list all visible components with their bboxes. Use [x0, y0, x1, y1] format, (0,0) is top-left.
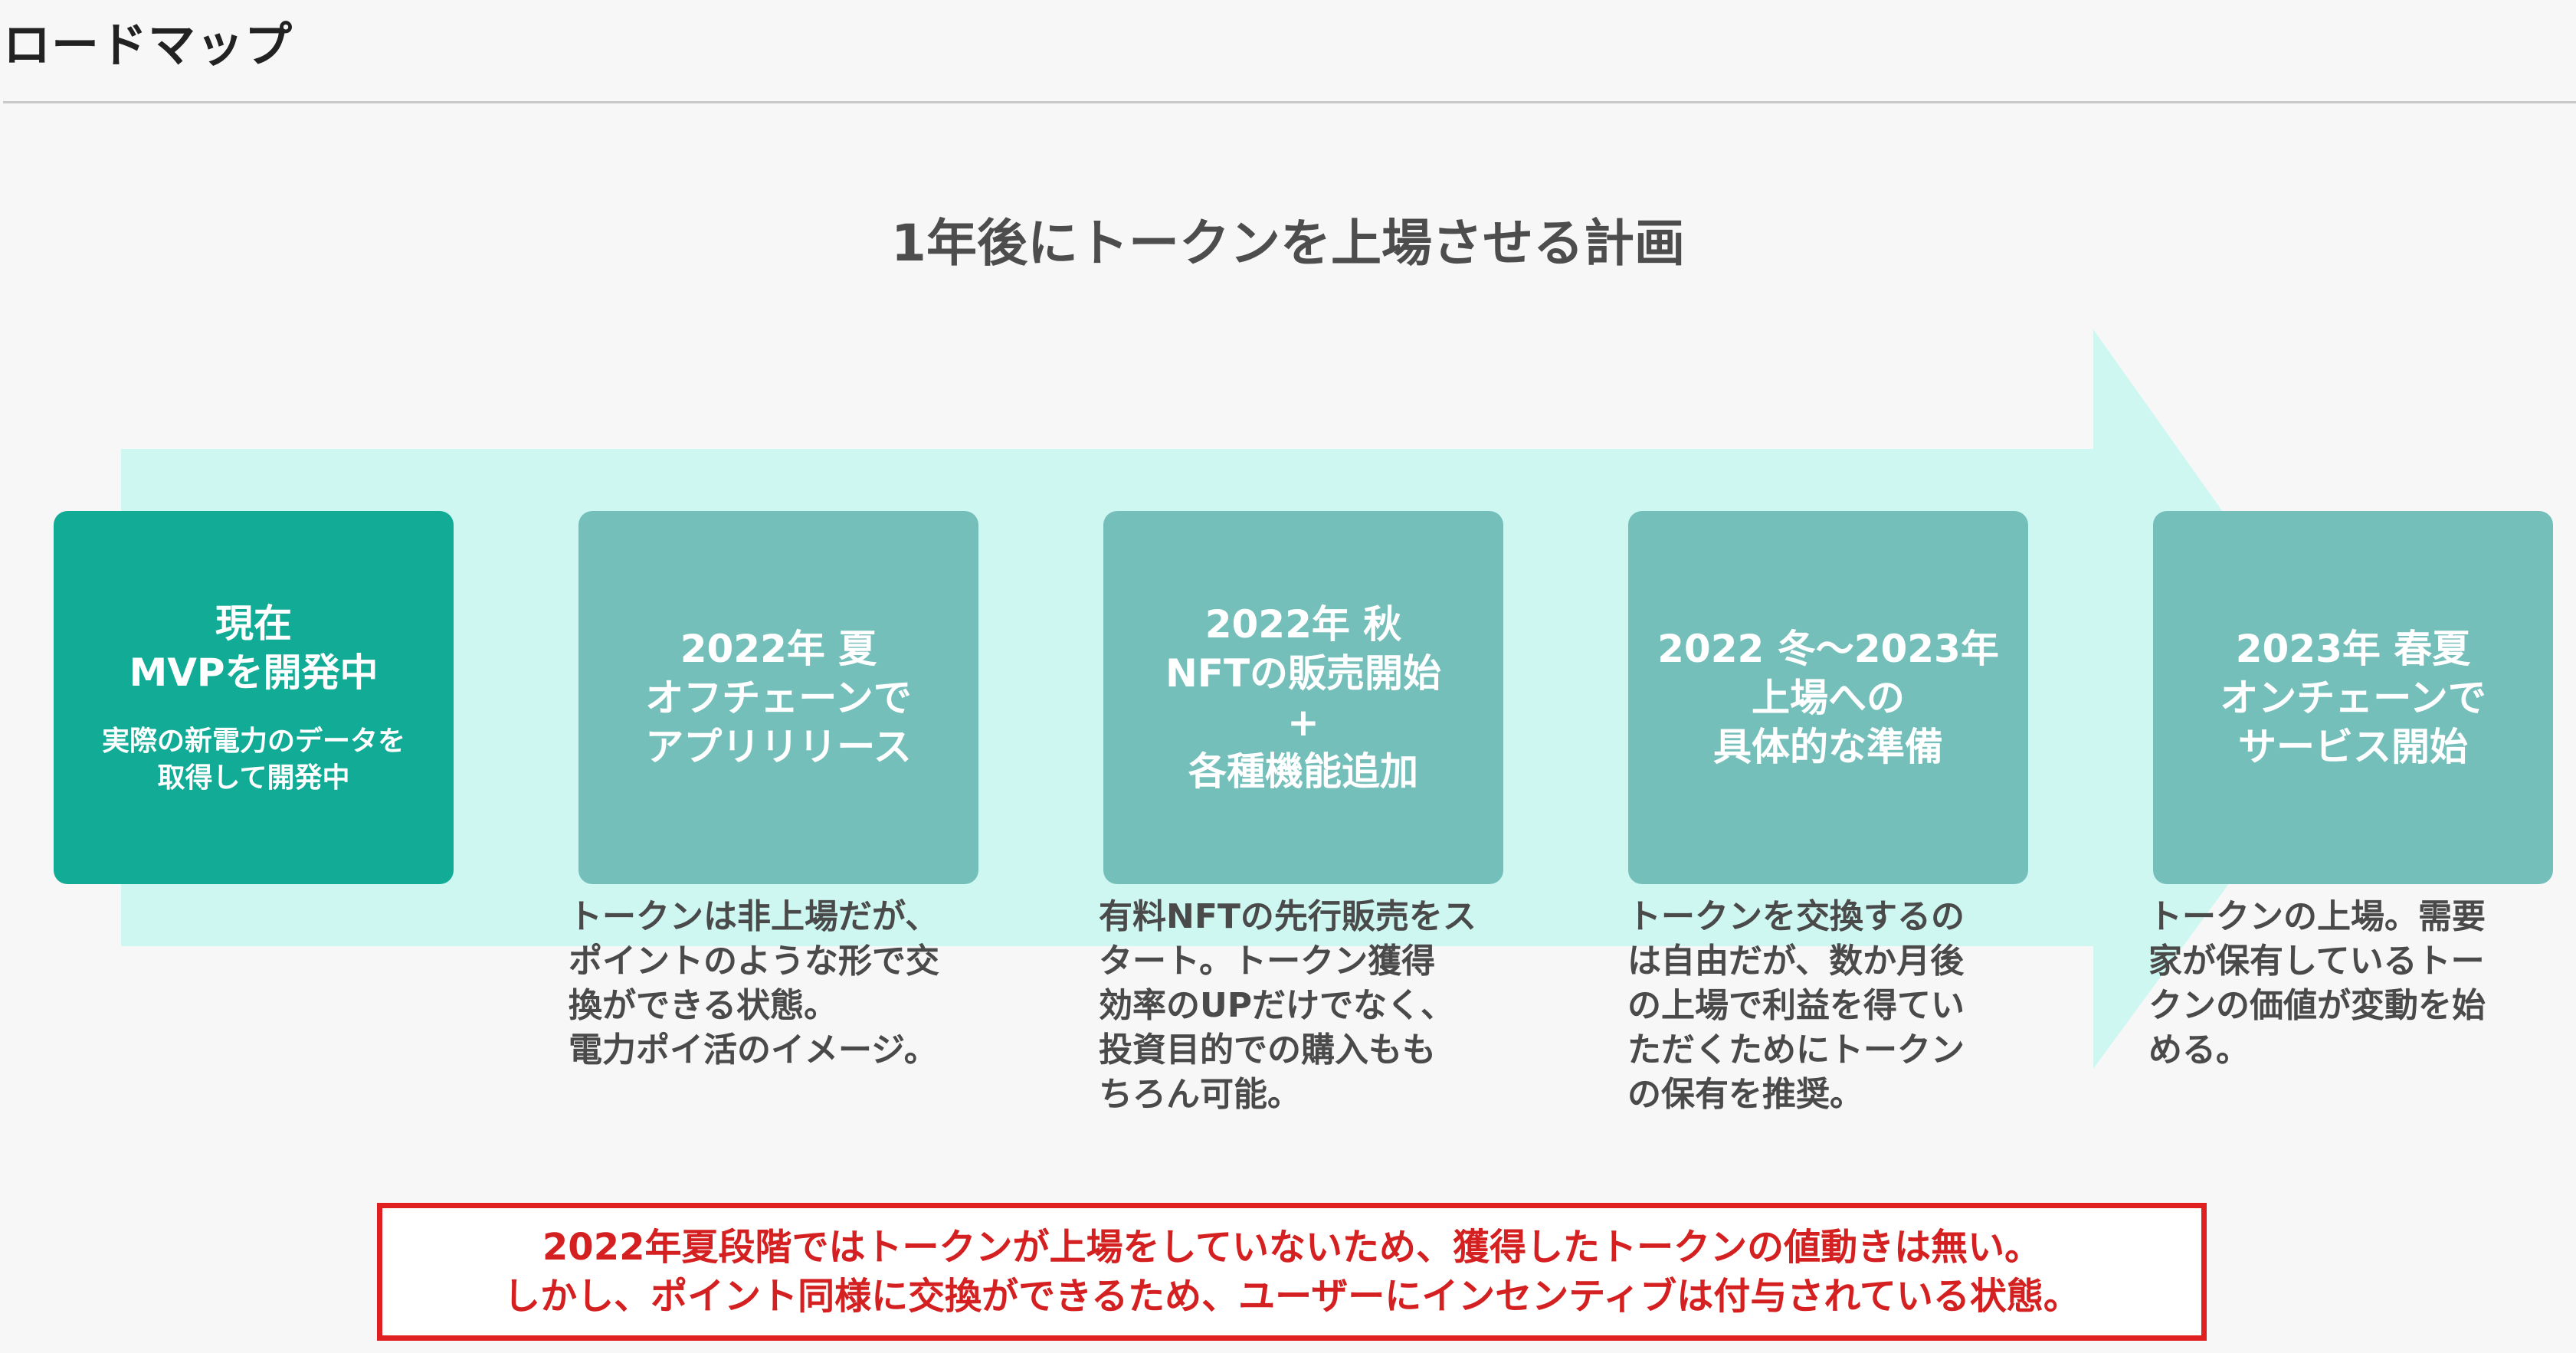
step-box-current: 現在 MVPを開発中 実際の新電力のデータを 取得して開発中	[54, 511, 454, 884]
step-box-2022-summer: 2022年 夏 オフチェーンで アプリリリース	[578, 511, 978, 884]
step-title: 現在 MVPを開発中	[129, 601, 379, 695]
notice-box: 2022年夏段階ではトークンが上場をしていないため、獲得したトークンの値動きは無…	[377, 1203, 2207, 1341]
step-title: 2023年 春夏 オンチェーンで サービス開始	[2220, 626, 2486, 769]
step-description-2022-winter-2023: トークンを交換するの は自由だが、数か月後 の上場で利益を得てい ただくためにト…	[1627, 897, 1965, 1114]
step-box-2022-winter-2023: 2022 冬～2023年 上場への 具体的な準備	[1628, 511, 2028, 884]
step-title: 2022年 夏 オフチェーンで アプリリリース	[645, 626, 912, 769]
step-description-2022-autumn: 有料NFTの先行販売をス タート。トークン獲得 効率のUPだけでなく、 投資目的…	[1099, 897, 1476, 1114]
step-box-2022-autumn: 2022年 秋 NFTの販売開始 + 各種機能追加	[1103, 511, 1503, 884]
step-box-2023-spring-summer: 2023年 春夏 オンチェーンで サービス開始	[2153, 511, 2553, 884]
step-note: 実際の新電力のデータを 取得して開発中	[101, 725, 405, 794]
step-description-2022-summer: トークンは非上場だが、 ポイントのような形で交 換ができる状態。 電力ポイ活のイ…	[569, 897, 939, 1070]
notice-line-1: 2022年夏段階ではトークンが上場をしていないため、獲得したトークンの値動きは無…	[542, 1226, 2042, 1269]
step-title: 2022 冬～2023年 上場への 具体的な準備	[1657, 626, 1999, 769]
step-title: 2022年 秋 NFTの販売開始 + 各種機能追加	[1165, 601, 1442, 794]
notice-line-2: しかし、ポイント同様に交換ができるため、ユーザーにインセンティブは付与されている…	[503, 1275, 2080, 1318]
step-description-2023-spring-summer: トークンの上場。需要 家が保有しているトー クンの価値が変動を始 める。	[2148, 897, 2486, 1070]
